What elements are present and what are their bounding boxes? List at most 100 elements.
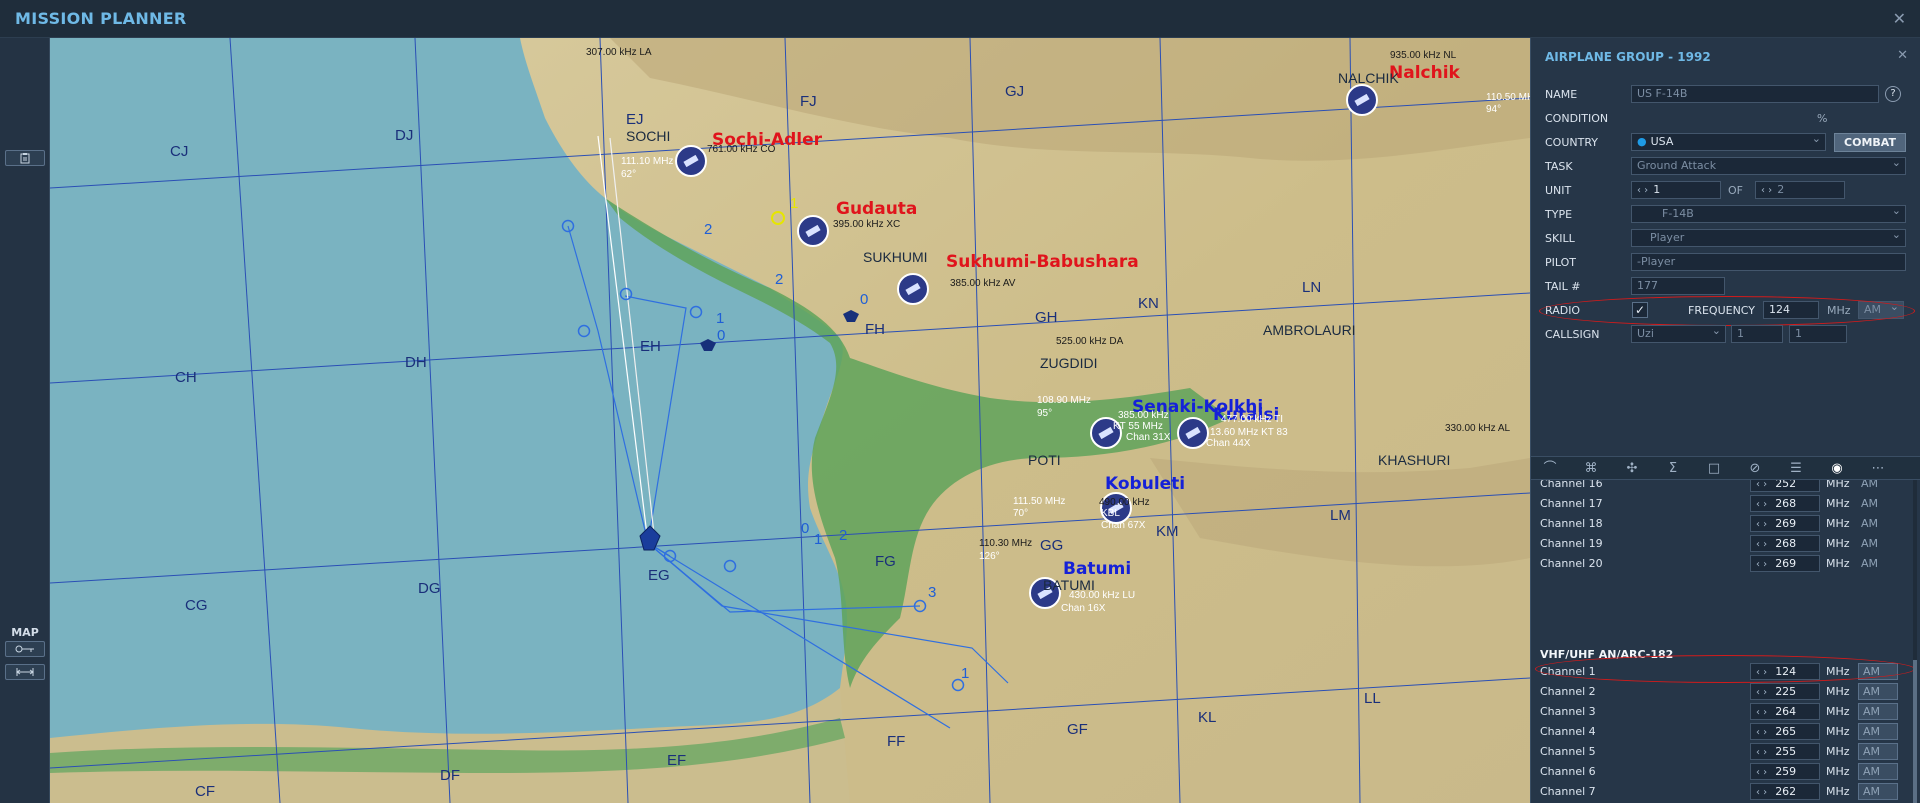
channel-frequency-value: 264 <box>1775 705 1797 718</box>
frequency-field[interactable]: 124 <box>1763 301 1819 319</box>
name-field[interactable]: US F-14B <box>1631 85 1879 103</box>
panel-close-icon[interactable]: ✕ <box>1897 48 1908 63</box>
unit-stepper[interactable]: ‹ › 1 <box>1631 181 1721 199</box>
path-icon[interactable]: ⌒ <box>1537 460 1563 478</box>
channel-frequency-stepper[interactable]: ‹ › 264 <box>1750 703 1820 720</box>
channel-frequency-stepper[interactable]: ‹ › 262 <box>1750 783 1820 800</box>
pilot-field[interactable]: -Player <box>1631 253 1906 271</box>
payload-icon[interactable]: ⌘ <box>1578 460 1604 478</box>
stepper-arrows-icon[interactable]: ‹ › <box>1756 727 1767 738</box>
task-select[interactable]: Ground Attack <box>1631 157 1906 175</box>
stepper-arrows-icon[interactable]: ‹ › <box>1756 499 1767 510</box>
stepper-arrows-icon[interactable]: ‹ › <box>1756 539 1767 550</box>
channel-frequency-stepper[interactable]: ‹ › 255 <box>1750 743 1820 760</box>
summary-icon[interactable]: ✣ <box>1619 460 1645 478</box>
condition-row: CONDITION % <box>1531 108 1920 130</box>
grid-label: EF <box>667 752 686 769</box>
grid-label: DH <box>405 354 427 371</box>
more-icon[interactable]: ⋯ <box>1865 460 1891 478</box>
radio-icon[interactable]: ◉ <box>1824 460 1850 478</box>
stepper-arrows-icon[interactable]: ‹ › <box>1756 707 1767 718</box>
unit-label: UNIT <box>1545 184 1572 197</box>
channel-frequency-stepper[interactable]: ‹ › 265 <box>1750 723 1820 740</box>
stepper-arrows-icon[interactable]: ‹ › <box>1756 559 1767 570</box>
channel-row: Channel 3 ‹ › 264 MHz AM <box>1531 702 1911 722</box>
stepper-arrows-icon[interactable]: ‹ › <box>1756 687 1767 698</box>
nav-aid-label: 110.50 MHz <box>1486 92 1530 103</box>
grid-label: KL <box>1198 709 1216 726</box>
ruler-icon[interactable] <box>5 664 45 680</box>
stepper-arrows-icon[interactable]: ‹ › <box>1756 667 1767 678</box>
map-view[interactable]: CJ DJ EJ FJ GJ CH DH EH FH GH KN LN CG DG EG FG GG KM LM CF… <box>50 38 1530 803</box>
channel-frequency-stepper[interactable]: ‹ › 259 <box>1750 763 1820 780</box>
nav-aid-label: KT 55 MHz <box>1113 421 1163 432</box>
forbidden-icon[interactable]: ⊘ <box>1742 460 1768 478</box>
help-icon[interactable]: ? <box>1885 86 1901 102</box>
channel-frequency-stepper[interactable]: ‹ › 124 <box>1750 663 1820 680</box>
channel-modulation[interactable]: AM <box>1858 723 1898 740</box>
channel-modulation[interactable]: AM <box>1858 783 1898 800</box>
channel-modulation[interactable]: AM <box>1858 763 1898 780</box>
name-row: NAME US F-14B ? <box>1531 84 1920 106</box>
stepper-arrows-icon[interactable]: ‹ › <box>1756 480 1767 490</box>
stepper-arrows-icon[interactable]: ‹ › <box>1637 185 1648 196</box>
channel-unit: MHz <box>1826 725 1850 738</box>
square-icon[interactable]: □ <box>1701 460 1727 478</box>
channel-frequency-stepper[interactable]: ‹ › 269 <box>1750 555 1820 572</box>
airfield-label-red: Gudauta <box>836 199 917 219</box>
channel-label: Channel 3 <box>1540 705 1596 718</box>
town-label: AMBROLAURI <box>1263 322 1356 338</box>
channel-modulation[interactable]: AM <box>1858 743 1898 760</box>
stepper-arrows-icon[interactable]: ‹ › <box>1761 185 1772 196</box>
channel-frequency-stepper[interactable]: ‹ › 269 <box>1750 515 1820 532</box>
skill-select[interactable]: Player <box>1631 229 1906 247</box>
aircraft-icon[interactable] <box>700 339 716 351</box>
channel-frequency-stepper[interactable]: ‹ › 268 <box>1750 535 1820 552</box>
channel-scrollbar[interactable] <box>1913 480 1917 803</box>
clipboard-icon[interactable] <box>5 150 45 166</box>
callsign-select[interactable]: Uzi <box>1631 325 1726 343</box>
type-select[interactable]: F-14B <box>1631 205 1906 223</box>
channel-frequency-stepper[interactable]: ‹ › 268 <box>1750 495 1820 512</box>
panel-tabs: ⌒ ⌘ ✣ Σ □ ⊘ ☰ ◉ ⋯ <box>1531 456 1920 480</box>
country-select[interactable]: ● USA <box>1631 133 1826 151</box>
channel-frequency-stepper[interactable]: ‹ › 225 <box>1750 683 1820 700</box>
callsign-number-2[interactable]: 1 <box>1789 325 1847 343</box>
list-icon[interactable]: ☰ <box>1783 460 1809 478</box>
channel-modulation[interactable]: AM <box>1858 703 1898 720</box>
channel-unit: MHz <box>1826 480 1850 490</box>
channel-frequency-stepper[interactable]: ‹ › 252 <box>1750 480 1820 492</box>
unit-total-value: 2 <box>1777 183 1785 196</box>
sum-icon[interactable]: Σ <box>1660 460 1686 478</box>
waypoint-number: 2 <box>775 271 783 288</box>
channel-modulation[interactable]: AM <box>1858 663 1898 680</box>
stepper-arrows-icon[interactable]: ‹ › <box>1756 519 1767 530</box>
grid-line <box>414 38 451 803</box>
unit-total-stepper[interactable]: ‹ › 2 <box>1755 181 1845 199</box>
type-row: TYPE F-14B <box>1531 204 1920 226</box>
stepper-arrows-icon[interactable]: ‹ › <box>1756 747 1767 758</box>
waypoint-marker[interactable] <box>619 287 633 301</box>
radio-checkbox[interactable]: ✓ <box>1632 302 1648 318</box>
grid-label: CF <box>195 783 215 800</box>
grid-label: DG <box>418 580 441 597</box>
combat-button[interactable]: COMBAT <box>1834 133 1906 152</box>
modulation-select[interactable]: AM <box>1858 301 1904 319</box>
channel-modulation[interactable]: AM <box>1858 683 1898 700</box>
waypoint-marker[interactable] <box>689 305 703 319</box>
close-icon[interactable]: ✕ <box>1893 9 1906 28</box>
section-title: VHF/UHF AN/ARC-182 <box>1540 648 1674 661</box>
key-icon[interactable] <box>5 641 45 657</box>
channel-label: Channel 6 <box>1540 765 1596 778</box>
callsign-number-1[interactable]: 1 <box>1731 325 1783 343</box>
pilot-row: PILOT -Player <box>1531 252 1920 274</box>
scrollbar-thumb[interactable] <box>1913 660 1917 803</box>
stepper-arrows-icon[interactable]: ‹ › <box>1756 787 1767 798</box>
map-canvas[interactable]: CJ DJ EJ FJ GJ CH DH EH FH GH KN LN CG DG EG FG GG KM LM CF… <box>50 38 1530 803</box>
stepper-arrows-icon[interactable]: ‹ › <box>1756 767 1767 778</box>
radio-label: RADIO <box>1545 304 1581 317</box>
waypoint-marker[interactable] <box>723 559 737 573</box>
tail-field[interactable]: 177 <box>1631 277 1725 295</box>
waypoint-marker[interactable] <box>577 324 591 338</box>
channel-label: Channel 18 <box>1540 517 1603 530</box>
